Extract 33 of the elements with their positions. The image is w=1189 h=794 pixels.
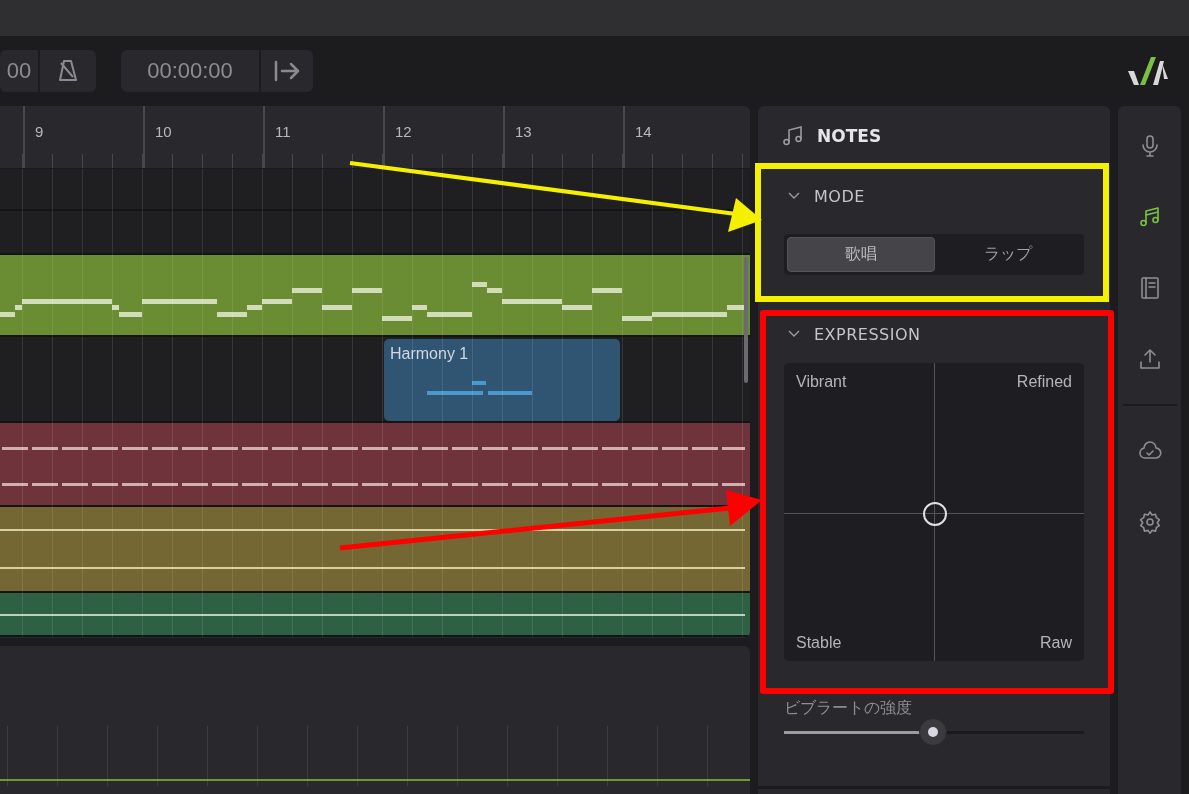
chevron-icon xyxy=(788,192,800,200)
track-lane[interactable] xyxy=(0,169,750,211)
harmony-clip[interactable]: Harmony 1 xyxy=(384,339,620,421)
bar-number: 11 xyxy=(275,123,291,140)
expression-pad[interactable]: Vibrant Refined Stable Raw xyxy=(784,363,1084,661)
bar-number: 12 xyxy=(395,123,412,140)
scrollbar[interactable] xyxy=(744,257,748,383)
track-lane[interactable] xyxy=(0,593,750,637)
track-lane[interactable]: Harmony 1 xyxy=(0,337,750,423)
mode-tab[interactable]: ラップ xyxy=(935,237,1081,272)
pad-label: Vibrant xyxy=(796,373,847,391)
slider-thumb[interactable] xyxy=(919,718,947,746)
pad-handle[interactable] xyxy=(923,502,947,526)
chevron-icon xyxy=(788,330,800,338)
track-lane[interactable] xyxy=(0,211,750,255)
panel-title: NOTES xyxy=(817,125,882,146)
clip-label: Harmony 1 xyxy=(390,345,469,363)
jump-to-end-icon xyxy=(273,59,301,83)
pad-label: Raw xyxy=(1040,634,1072,652)
time-display: 00:00:00 xyxy=(121,50,261,92)
bar-number: 14 xyxy=(635,123,652,140)
pad-label: Stable xyxy=(796,634,842,652)
bar-number: 10 xyxy=(155,123,172,140)
mode-section-header[interactable]: MODE xyxy=(784,181,1084,211)
expression-section-header[interactable]: EXPRESSION xyxy=(784,319,1084,349)
app-logo-icon xyxy=(1126,55,1170,87)
music-note-icon xyxy=(782,124,804,147)
bar-number: 9 xyxy=(35,123,44,140)
metronome-icon xyxy=(58,59,78,83)
pad-label: Refined xyxy=(1016,373,1072,391)
mode-tab[interactable]: 歌唱 xyxy=(787,237,935,272)
slider-label: ビブラートの強度 xyxy=(784,698,912,717)
bar-number: 13 xyxy=(515,123,532,140)
